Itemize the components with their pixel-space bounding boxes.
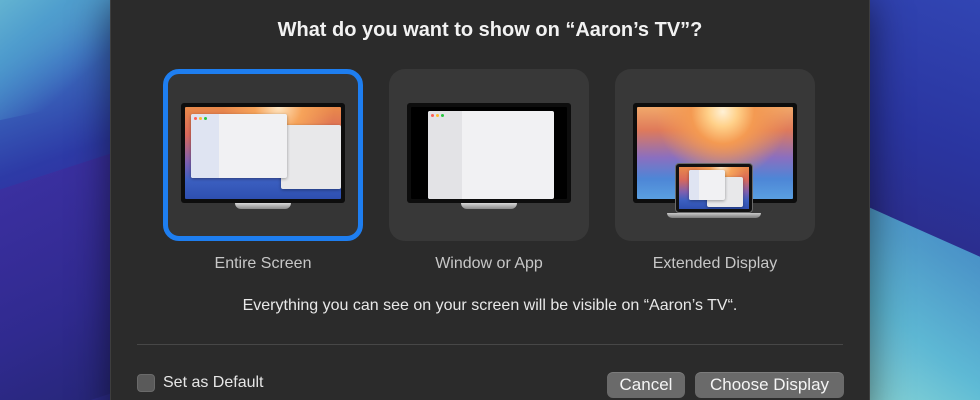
divider [137,344,843,345]
app-window [428,111,554,199]
checkbox-label: Set as Default [163,374,264,391]
cancel-button[interactable]: Cancel [607,372,685,398]
set-as-default-checkbox[interactable] [137,374,155,392]
option-label: Window or App [435,255,543,272]
window-or-app-tile[interactable] [389,69,589,241]
tv-icon [407,103,571,203]
window-front [191,114,287,178]
extended-display-tile[interactable] [615,69,815,241]
option-label: Entire Screen [214,255,312,272]
entire-screen-tile[interactable] [163,69,363,241]
option-extended-display[interactable]: Extended Display [615,69,815,273]
laptop-icon [667,163,761,219]
tv-stand [235,203,291,209]
display-options: Entire Screen Window or App Extended Dis… [111,69,869,272]
dialog-title: What do you want to show on “Aaron’s TV”… [277,19,703,41]
set-as-default-checkbox-row[interactable]: Set as Default [137,374,264,392]
tv-screen [185,107,341,199]
description-text: Everything you can see on your screen wi… [242,297,738,314]
choose-display-button[interactable]: Choose Display [695,372,844,398]
tv-icon [181,103,345,203]
option-entire-screen[interactable]: Entire Screen [163,69,363,273]
option-window-or-app[interactable]: Window or App [389,69,589,273]
tv-screen [411,107,567,199]
screen-mirroring-dialog: What do you want to show on “Aaron’s TV”… [110,0,870,400]
window-back [281,125,341,189]
option-label: Extended Display [652,255,778,272]
tv-stand [461,203,517,209]
